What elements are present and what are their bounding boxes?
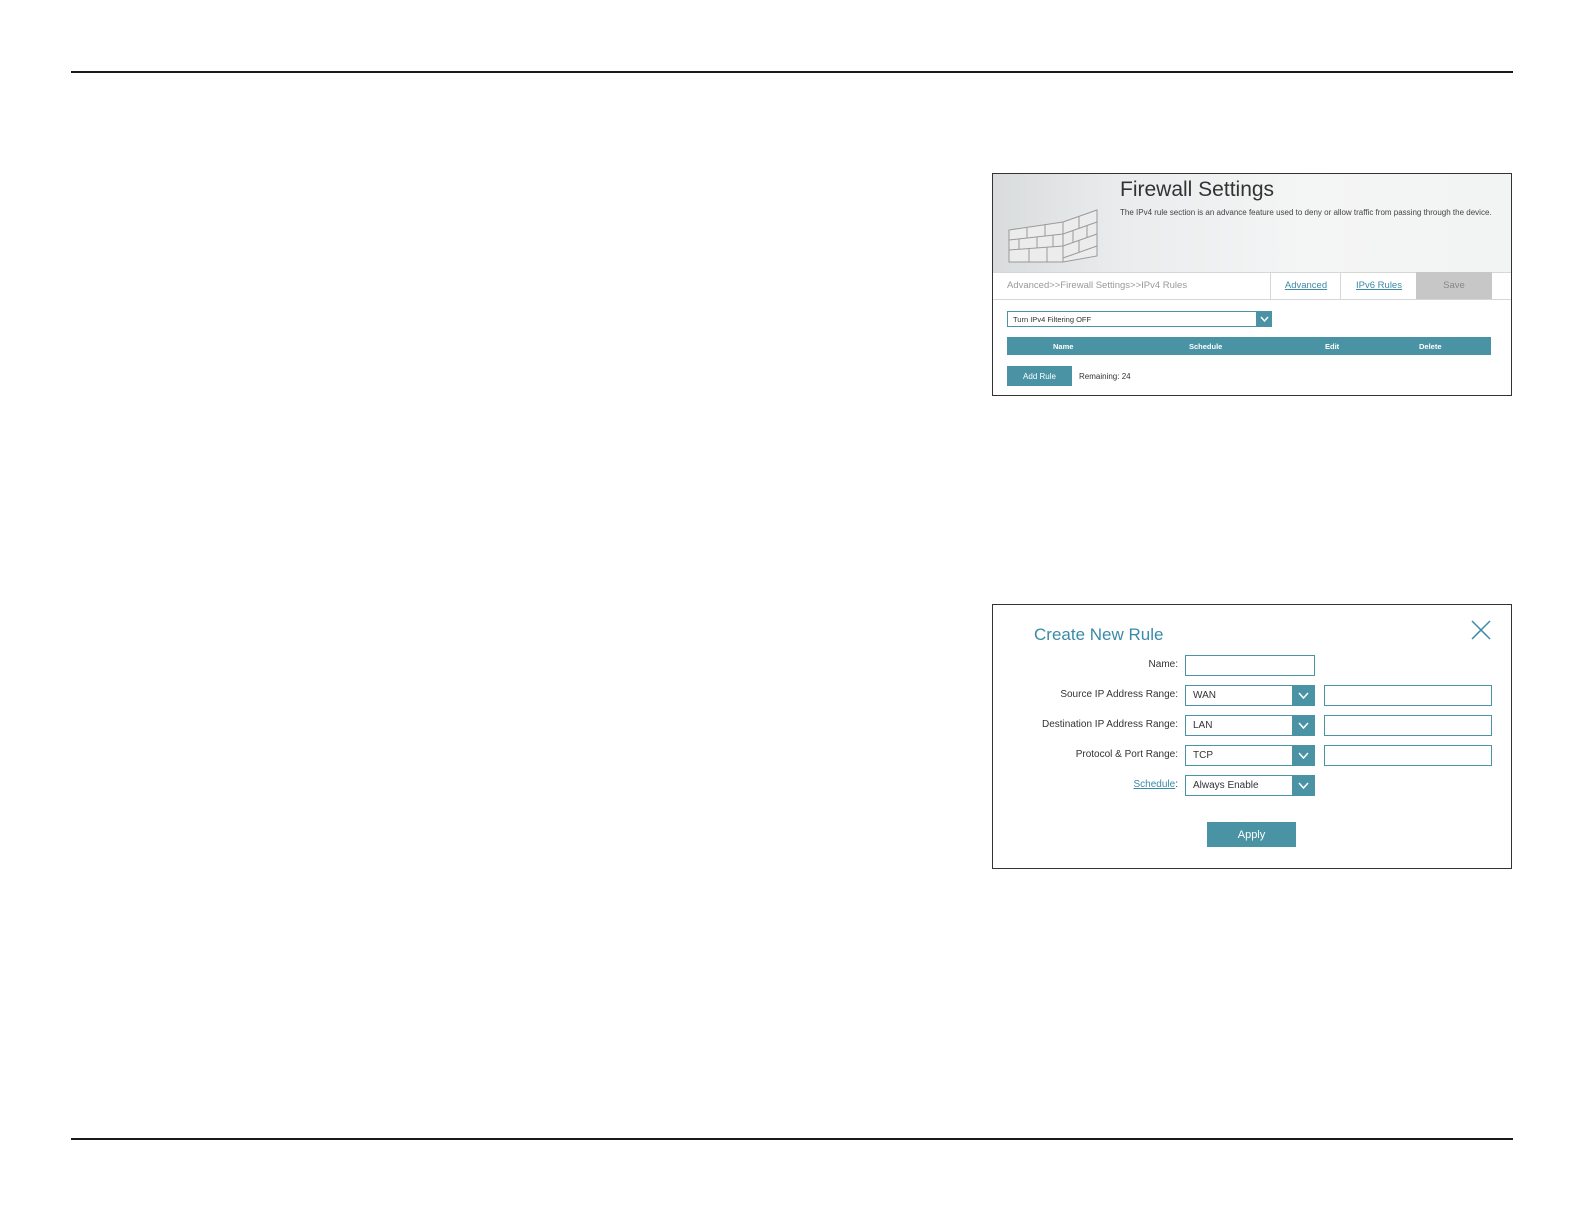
remaining-count: Remaining: 24: [1079, 372, 1131, 381]
column-edit: Edit: [1325, 342, 1340, 351]
save-button[interactable]: Save: [1416, 272, 1492, 299]
protocol-select[interactable]: TCP: [1185, 745, 1292, 766]
source-ip-field[interactable]: [1324, 685, 1492, 706]
brick-wall-icon: [1008, 209, 1098, 263]
top-divider: [71, 71, 1513, 73]
destination-ip-select[interactable]: LAN: [1185, 715, 1292, 736]
chevron-down-icon[interactable]: [1292, 775, 1315, 796]
page-title: Firewall Settings: [1120, 178, 1275, 201]
ipv6-rules-link[interactable]: IPv6 Rules: [1340, 272, 1417, 299]
chevron-down-icon[interactable]: [1292, 685, 1315, 706]
protocol-port-label: Protocol & Port Range:: [1075, 749, 1178, 760]
nav-bar: Advanced>>Firewall Settings>>IPv4 Rules …: [993, 272, 1511, 300]
close-icon[interactable]: [1471, 620, 1491, 640]
firewall-settings-panel: Firewall Settings The IPv4 rule section …: [992, 173, 1512, 396]
chevron-down-icon[interactable]: [1292, 745, 1315, 766]
name-field[interactable]: [1185, 655, 1315, 676]
chevron-down-icon[interactable]: [1292, 715, 1315, 736]
schedule-label: Schedule:: [1134, 779, 1178, 790]
source-ip-select[interactable]: WAN: [1185, 685, 1292, 706]
advanced-link[interactable]: Advanced: [1270, 272, 1341, 299]
name-label: Name:: [1148, 659, 1178, 670]
create-rule-dialog: Create New Rule Name: Source IP Address …: [992, 604, 1512, 869]
destination-ip-label: Destination IP Address Range:: [1041, 719, 1178, 730]
schedule-link[interactable]: Schedule: [1134, 779, 1176, 790]
column-delete: Delete: [1419, 342, 1442, 351]
dialog-title: Create New Rule: [1034, 625, 1164, 644]
port-range-field[interactable]: [1324, 745, 1492, 766]
source-ip-label: Source IP Address Range:: [1060, 689, 1178, 700]
schedule-select[interactable]: Always Enable: [1185, 775, 1292, 796]
column-schedule: Schedule: [1189, 342, 1223, 351]
column-name: Name: [1053, 342, 1074, 351]
rules-table-header: Name Schedule Edit Delete: [1007, 337, 1491, 355]
bottom-divider: [71, 1138, 1513, 1140]
ipv4-filtering-select[interactable]: Turn IPv4 Filtering OFF: [1007, 311, 1270, 327]
add-rule-button[interactable]: Add Rule: [1007, 366, 1072, 386]
chevron-down-icon[interactable]: [1256, 311, 1272, 327]
apply-button[interactable]: Apply: [1207, 822, 1296, 847]
breadcrumb: Advanced>>Firewall Settings>>IPv4 Rules: [1007, 280, 1188, 291]
page-description: The IPv4 rule section is an advance feat…: [1120, 208, 1492, 217]
schedule-colon: :: [1175, 779, 1178, 790]
firewall-header: Firewall Settings The IPv4 rule section …: [993, 174, 1511, 273]
destination-ip-field[interactable]: [1324, 715, 1492, 736]
